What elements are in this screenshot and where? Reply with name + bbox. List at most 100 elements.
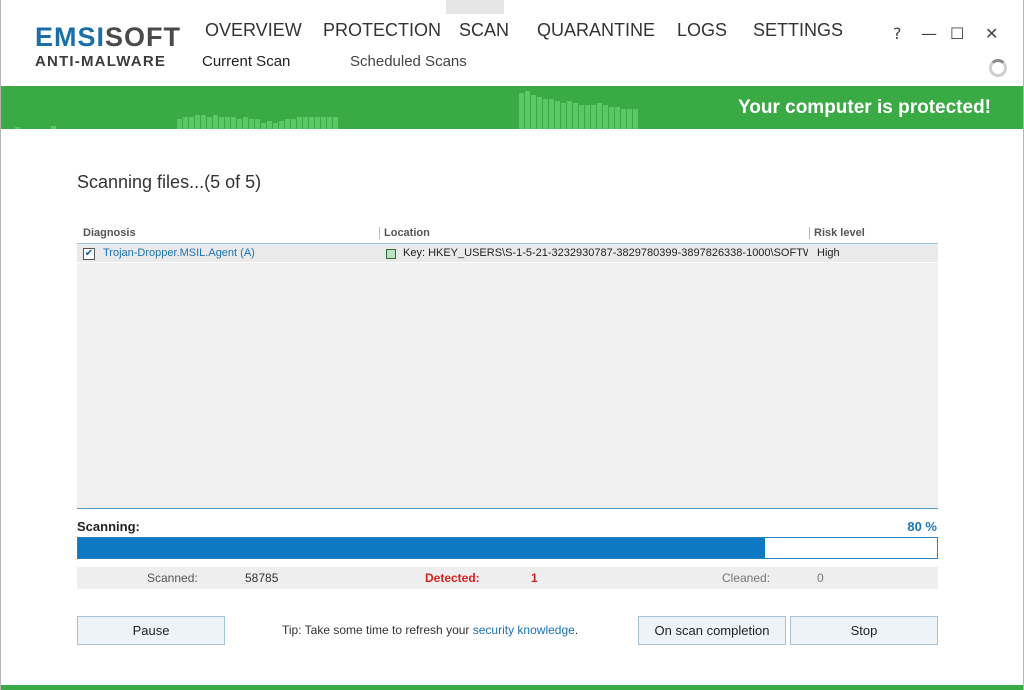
activity-bar — [15, 127, 20, 129]
activity-bar — [609, 107, 614, 129]
activity-bar — [291, 119, 296, 129]
activity-bar — [255, 119, 260, 129]
logo-part2: SOFT — [105, 22, 182, 52]
detected-label: Detected: — [425, 571, 480, 585]
activity-bar — [201, 115, 206, 129]
row-checkbox[interactable]: ✔ — [83, 248, 95, 260]
scanning-label: Scanning: — [77, 519, 140, 534]
activity-bar — [621, 109, 626, 129]
activity-bar — [627, 109, 632, 129]
tab-quarantine[interactable]: QUARANTINE — [537, 20, 655, 41]
scanned-label: Scanned: — [147, 571, 198, 585]
scan-activity-graph — [1, 86, 701, 129]
activity-bar — [213, 115, 218, 129]
activity-bar — [297, 117, 302, 129]
activity-bar — [279, 121, 284, 129]
active-tab-highlight — [446, 0, 504, 14]
activity-bar — [207, 117, 212, 129]
tab-protection[interactable]: PROTECTION — [323, 20, 441, 41]
pause-button[interactable]: Pause — [77, 616, 225, 645]
scan-status-title: Scanning files...(5 of 5) — [77, 172, 262, 192]
activity-bar — [189, 117, 194, 129]
column-separator[interactable] — [809, 227, 810, 239]
activity-bar — [51, 126, 56, 129]
maximize-icon[interactable]: ☐ — [950, 24, 964, 43]
activity-bar — [537, 97, 542, 129]
table-row[interactable]: ✔ Trojan-Dropper.MSIL.Agent (A) Key: HKE… — [77, 245, 938, 263]
activity-bar — [183, 117, 188, 129]
activity-bar — [195, 115, 200, 129]
location-cell: Key: HKEY_USERS\S-1-5-21-3232930787-3829… — [403, 247, 808, 259]
protection-status-text: Your computer is protected! — [737, 97, 991, 118]
progress-percent: 80 % — [907, 519, 937, 534]
activity-bar — [309, 117, 314, 129]
column-diagnosis[interactable]: Diagnosis — [83, 227, 136, 239]
tab-scan[interactable]: SCAN — [459, 20, 509, 41]
on-scan-completion-button[interactable]: On scan completion — [638, 616, 786, 645]
activity-bar — [555, 101, 560, 129]
tab-overview[interactable]: OVERVIEW — [205, 20, 302, 41]
emsisoft-logo: EMSISOFT ANTI-MALWARE — [35, 23, 180, 70]
activity-bar — [285, 119, 290, 129]
activity-bar — [249, 119, 254, 129]
stop-button[interactable]: Stop — [790, 616, 938, 645]
activity-bar — [531, 95, 536, 129]
detected-value: 1 — [531, 571, 538, 585]
activity-bar — [321, 117, 326, 129]
cleaned-value: 0 — [817, 571, 824, 585]
activity-bar — [177, 119, 182, 129]
activity-bar — [273, 123, 278, 129]
tab-settings[interactable]: SETTINGS — [753, 20, 843, 41]
activity-bar — [219, 117, 224, 129]
column-separator[interactable] — [379, 227, 380, 239]
activity-bar — [315, 117, 320, 129]
cleaned-label: Cleaned: — [722, 571, 771, 585]
protection-status-banner: Your computer is protected! — [1, 86, 1023, 129]
tab-logs[interactable]: LOGS — [677, 20, 727, 41]
activity-bar — [597, 103, 602, 129]
activity-bar — [525, 91, 530, 129]
activity-bar — [267, 121, 272, 129]
activity-bar — [543, 99, 548, 129]
registry-key-icon — [386, 249, 396, 259]
activity-bar — [333, 117, 338, 129]
scan-stats: Scanned: 58785 Detected: 1 Cleaned: 0 — [77, 567, 938, 589]
footer-accent-bar — [1, 685, 1023, 690]
detections-table: Diagnosis Location Risk level ✔ Trojan-D… — [77, 224, 938, 509]
activity-bar — [603, 105, 608, 129]
activity-bar — [579, 105, 584, 129]
tip-text: Tip: Take some time to refresh your — [282, 623, 473, 637]
activity-bar — [303, 117, 308, 129]
risk-level-cell: High — [817, 247, 840, 259]
logo-subtitle: ANTI-MALWARE — [35, 53, 167, 70]
help-icon[interactable]: ? — [893, 24, 902, 43]
security-knowledge-link[interactable]: security knowledge — [473, 623, 575, 637]
diagnosis-cell: Trojan-Dropper.MSIL.Agent (A) — [103, 247, 255, 259]
security-tip: Tip: Take some time to refresh your secu… — [282, 623, 578, 637]
activity-bar — [261, 123, 266, 129]
activity-bar — [591, 105, 596, 129]
activity-bar — [585, 105, 590, 129]
activity-bar — [549, 99, 554, 129]
activity-bar — [327, 117, 332, 129]
activity-bar — [633, 109, 638, 129]
scan-progress-fill — [78, 538, 766, 558]
minimize-icon[interactable]: — — [921, 24, 937, 43]
activity-bar — [573, 103, 578, 129]
scan-progress-bar — [77, 537, 938, 559]
app-header: EMSISOFT ANTI-MALWARE OVERVIEW PROTECTIO… — [1, 0, 1023, 86]
activity-bar — [225, 117, 230, 129]
activity-bar — [615, 107, 620, 129]
loading-spinner-icon — [989, 59, 1007, 77]
column-risk-level[interactable]: Risk level — [814, 227, 865, 239]
activity-bar — [519, 93, 524, 129]
table-header: Diagnosis Location Risk level — [77, 224, 938, 244]
subtab-scheduled-scans[interactable]: Scheduled Scans — [350, 53, 467, 70]
subtab-current-scan[interactable]: Current Scan — [202, 53, 290, 70]
close-icon[interactable]: ✕ — [985, 24, 998, 43]
column-location[interactable]: Location — [384, 227, 430, 239]
activity-bar — [567, 101, 572, 129]
scanned-value: 58785 — [245, 571, 279, 585]
tip-suffix: . — [574, 623, 579, 637]
activity-bar — [237, 119, 242, 129]
